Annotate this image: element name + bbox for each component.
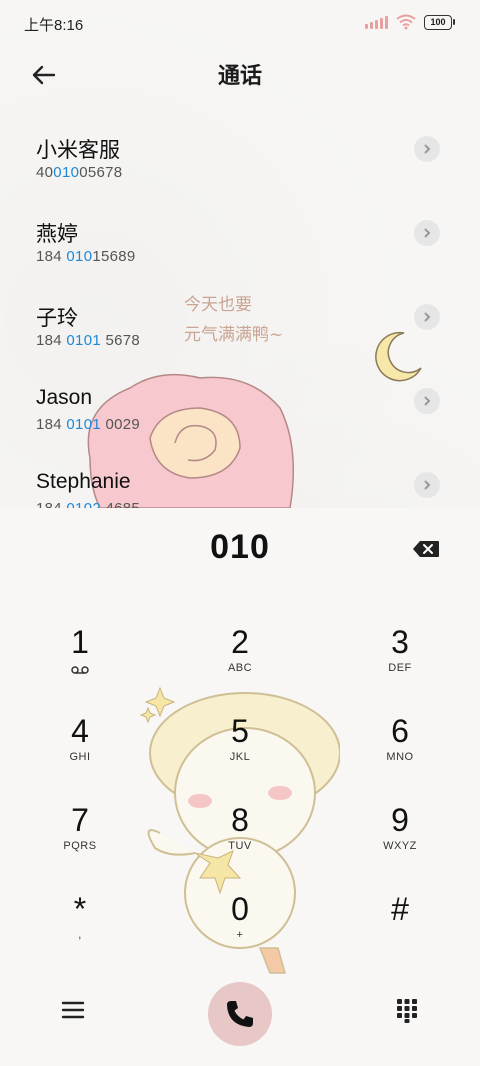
- list-item[interactable]: 小米客服 4001005678: [0, 110, 480, 190]
- key-letters: TUV: [228, 840, 252, 852]
- key-star[interactable]: * ,: [20, 889, 140, 969]
- chevron-right-icon[interactable]: [414, 136, 440, 162]
- contact-name: Jason: [36, 386, 93, 409]
- dial-number-display[interactable]: 010: [0, 528, 480, 567]
- key-8[interactable]: 8 TUV: [180, 800, 300, 880]
- list-item[interactable]: 燕婷 184 01015689: [0, 194, 480, 274]
- header: 通话: [0, 44, 480, 104]
- contact-name: Stephanie: [36, 470, 131, 493]
- key-letters: ABC: [227, 662, 253, 674]
- key-letters: GHI: [69, 751, 91, 763]
- key-digit: *: [73, 891, 87, 927]
- key-digit: 4: [71, 713, 89, 749]
- status-bar: 上午8:16 100: [0, 0, 480, 44]
- key-3[interactable]: 3 DEF: [340, 622, 460, 702]
- battery-icon: 100: [424, 14, 455, 30]
- key-digit: 3: [391, 624, 409, 660]
- signal-icon: [365, 15, 388, 29]
- key-0[interactable]: 0 +: [180, 889, 300, 969]
- dialer-bottom-bar: [0, 978, 480, 1048]
- contact-number: 184 0101 0029: [36, 416, 141, 433]
- key-6[interactable]: 6 MNO: [340, 711, 460, 791]
- contact-name: 子玲: [36, 307, 78, 330]
- chevron-right-icon[interactable]: [414, 472, 440, 498]
- dialer-panel: 010 1 2 ABC 3 DEF 4 GHI 5 JKL 6 MNO 7 PQ…: [0, 508, 480, 1066]
- contact-number: 184 0102 4685: [36, 500, 140, 508]
- key-letters: MNO: [386, 751, 414, 763]
- chevron-right-icon[interactable]: [414, 304, 440, 330]
- contact-list: 小米客服 4001005678 燕婷 184 01015689 子玲 184 0…: [0, 110, 480, 508]
- chevron-right-icon[interactable]: [414, 388, 440, 414]
- key-1[interactable]: 1: [20, 622, 140, 702]
- status-icons: 100: [365, 14, 455, 30]
- key-digit: 8: [231, 802, 249, 838]
- key-digit: 2: [231, 624, 249, 660]
- key-hash[interactable]: #: [340, 889, 460, 969]
- key-7[interactable]: 7 PQRS: [20, 800, 140, 880]
- call-button[interactable]: [208, 982, 272, 1046]
- key-4[interactable]: 4 GHI: [20, 711, 140, 791]
- key-letters: PQRS: [63, 840, 97, 852]
- status-time: 上午8:16: [24, 17, 84, 34]
- page-title: 通话: [217, 63, 262, 88]
- key-2[interactable]: 2 ABC: [180, 622, 300, 702]
- key-5[interactable]: 5 JKL: [180, 711, 300, 791]
- list-item[interactable]: Jason 184 0101 0029: [0, 362, 480, 442]
- list-item[interactable]: Stephanie 184 0102 4685: [0, 446, 480, 508]
- key-digit: 1: [71, 624, 89, 660]
- phone-icon: [227, 1001, 253, 1027]
- key-letters: DEF: [388, 662, 412, 674]
- key-letters: JKL: [229, 751, 251, 763]
- contact-name: 小米客服: [36, 139, 120, 162]
- contact-number: 184 01015689: [36, 248, 136, 265]
- voicemail-icon: [71, 666, 89, 674]
- key-9[interactable]: 9 WXYZ: [340, 800, 460, 880]
- key-digit: 6: [391, 713, 409, 749]
- dialpad-icon[interactable]: [396, 998, 418, 1024]
- key-digit: 0: [231, 891, 249, 927]
- menu-icon[interactable]: [60, 1000, 86, 1020]
- key-digit: 7: [71, 802, 89, 838]
- key-letters: ,: [78, 929, 82, 941]
- key-letters: +: [236, 929, 244, 941]
- key-letters: WXYZ: [383, 840, 417, 852]
- list-item[interactable]: 子玲 184 0101 5678: [0, 278, 480, 358]
- backspace-icon[interactable]: [412, 540, 440, 558]
- key-digit: 9: [391, 802, 409, 838]
- battery-level: 100: [430, 17, 446, 27]
- contact-number: 184 0101 5678: [36, 332, 141, 349]
- wifi-icon: [396, 14, 416, 30]
- contact-number: 4001005678: [36, 164, 123, 181]
- contact-name: 燕婷: [36, 223, 78, 246]
- key-digit: #: [391, 891, 409, 927]
- key-digit: 5: [231, 713, 249, 749]
- chevron-right-icon[interactable]: [414, 220, 440, 246]
